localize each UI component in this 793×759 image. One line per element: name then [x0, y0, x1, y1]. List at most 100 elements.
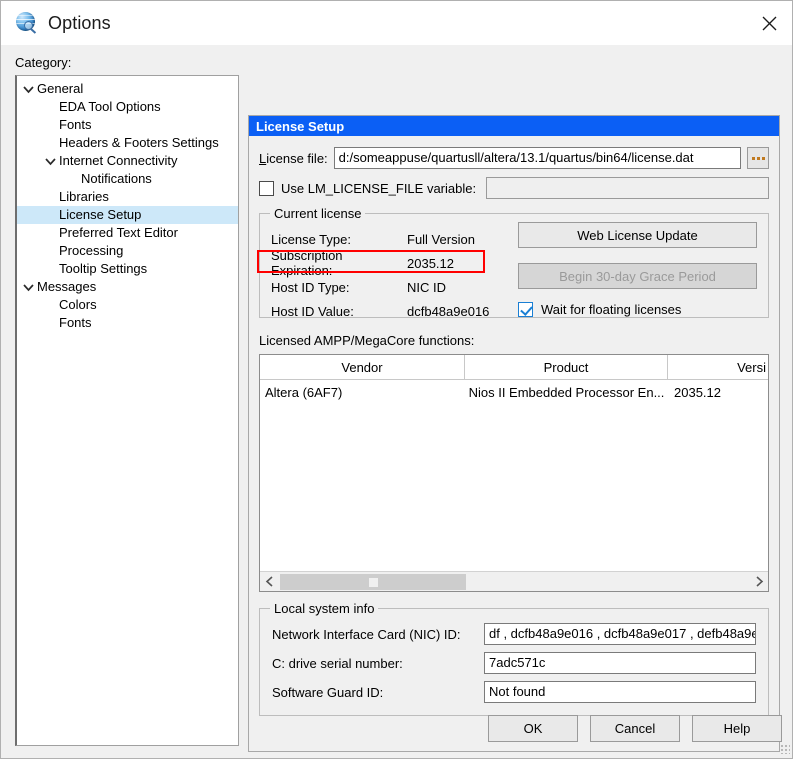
current-license-key: Host ID Value: [271, 303, 354, 319]
sidebar-item-label: Preferred Text Editor [59, 225, 178, 240]
sidebar-item-label: Headers & Footers Settings [59, 135, 219, 150]
sidebar-item-fonts[interactable]: Fonts [17, 314, 238, 332]
browse-button[interactable] [747, 147, 769, 169]
window-title: Options [48, 12, 111, 33]
sidebar-item-label: Colors [59, 297, 97, 312]
current-license-value: 2035.12 [407, 255, 454, 271]
current-license-details: License Type: Full Version Subscription Ex… [257, 214, 500, 319]
local-system-info-group: Local system info Network Interface Card… [259, 601, 769, 716]
local-system-info-rows: Network Interface Card (NIC) ID: df , dcf… [260, 609, 768, 703]
wait-floating-licenses-checkbox[interactable] [518, 302, 533, 317]
dialog-body: Category: General EDA Tool Options Fonts He… [1, 45, 792, 758]
local-system-info-value[interactable]: 7adc571c [484, 652, 756, 674]
license-setup-panel: License Setup License file: d:/someappus… [248, 115, 780, 752]
local-system-info-key: Network Interface Card (NIC) ID: [272, 626, 461, 642]
close-icon[interactable] [746, 1, 792, 45]
sidebar-item-general[interactable]: General [17, 80, 238, 98]
current-license-row: Host ID Value: dcfb48a9e016 [271, 299, 500, 323]
chevron-down-icon[interactable] [21, 278, 36, 296]
sidebar-item-internet-connectivity[interactable]: Internet Connectivity [17, 152, 238, 170]
table-horizontal-scrollbar[interactable] [260, 571, 768, 591]
licensed-functions-label: Licensed AMPP/MegaCore functions: [259, 333, 475, 348]
current-license-value: dcfb48a9e016 [407, 303, 490, 319]
local-system-info-row: Network Interface Card (NIC) ID: df , dcf… [272, 623, 756, 645]
sidebar-item-label: Internet Connectivity [59, 153, 178, 168]
sidebar-item-label: General [37, 81, 84, 96]
sidebar-item-headers-footers-settings[interactable]: Headers & Footers Settings [17, 134, 238, 152]
sidebar-item-label: Messages [37, 279, 97, 294]
local-system-info-row: C: drive serial number: 7adc571c [272, 652, 756, 674]
sidebar-item-notifications[interactable]: Notifications [17, 170, 238, 188]
current-license-key: License Type: [271, 231, 351, 247]
chevron-down-icon[interactable] [21, 80, 36, 98]
license-file-label: License file: [259, 150, 328, 166]
ok-button[interactable]: OK [488, 715, 578, 742]
sidebar-item-messages[interactable]: Messages [17, 278, 238, 296]
sidebar-item-eda-tool-options[interactable]: EDA Tool Options [17, 98, 238, 116]
sidebar-item-label: Fonts [59, 315, 92, 330]
sidebar-item-label: Fonts [59, 117, 92, 132]
table-cell-vendor: Altera (6AF7) [265, 384, 343, 400]
sidebar-item-tooltip-settings[interactable]: Tooltip Settings [17, 260, 238, 278]
globe-magnifier-icon [15, 12, 37, 34]
chevron-left-icon[interactable] [260, 572, 278, 592]
resize-grip[interactable] [780, 744, 790, 754]
sidebar-item-processing[interactable]: Processing [17, 242, 238, 260]
cancel-button[interactable]: Cancel [590, 715, 680, 742]
begin-grace-period-button: Begin 30-day Grace Period [518, 263, 757, 289]
local-system-info-value[interactable]: Not found [484, 681, 756, 703]
scrollbar-thumb[interactable] [280, 573, 466, 590]
current-license-group: Current license License Type: Full Versio… [257, 206, 769, 319]
current-license-value: Full Version [407, 231, 475, 247]
web-license-update-button[interactable]: Web License Update [518, 222, 757, 248]
lm-license-input[interactable] [486, 177, 769, 199]
sidebar-item-license-setup[interactable]: License Setup [17, 206, 238, 224]
chevron-right-icon[interactable] [750, 572, 768, 592]
sidebar-item-label: Libraries [59, 189, 109, 204]
local-system-info-title: Local system info [270, 601, 379, 616]
panel-title: License Setup [249, 116, 779, 136]
license-file-row: License file: d:/someappuse/quartusll/al… [259, 147, 769, 169]
sidebar-item-label: Notifications [81, 171, 152, 186]
use-lm-license-checkbox[interactable] [259, 180, 274, 196]
local-system-info-key: Software Guard ID: [272, 684, 384, 700]
help-button[interactable]: Help [692, 715, 782, 742]
sidebar-item-fonts[interactable]: Fonts [17, 116, 238, 134]
category-tree[interactable]: General EDA Tool Options Fonts Headers & Fo… [15, 75, 239, 746]
scrollbar-track[interactable] [278, 572, 750, 592]
title-bar: Options [1, 1, 792, 45]
current-license-key: Subscription Expiration: [271, 248, 343, 278]
local-system-info-key: C: drive serial number: [272, 655, 403, 671]
column-header-product[interactable]: Product [465, 355, 668, 379]
sidebar-item-label: License Setup [59, 207, 142, 222]
sidebar-item-colors[interactable]: Colors [17, 296, 238, 314]
table-row[interactable]: Altera (6AF7) Nios II Embedded Processor … [260, 380, 768, 404]
licensed-functions-table: Vendor Product Versi Altera (6AF7) Nios I… [259, 354, 769, 592]
wait-floating-licenses-label: Wait for floating licenses [541, 302, 682, 317]
column-header-version[interactable]: Versi [668, 355, 768, 379]
sidebar-item-preferred-text-editor[interactable]: Preferred Text Editor [17, 224, 238, 242]
category-label: Category: [15, 55, 72, 70]
local-system-info-value[interactable]: df , dcfb48a9e016 , dcfb48a9e017 , defb4… [484, 623, 756, 645]
sidebar-item-label: EDA Tool Options [59, 99, 161, 114]
table-cell-product: Nios II Embedded Processor En... [468, 384, 665, 400]
license-file-input[interactable]: d:/someappuse/quartusll/altera/13.1/quar… [333, 147, 741, 169]
chevron-down-icon[interactable] [43, 152, 58, 170]
options-dialog: Options Category: General EDA Tool Option… [0, 0, 793, 759]
current-license-row: Subscription Expiration: 2035.12 [271, 248, 500, 278]
column-header-vendor[interactable]: Vendor [260, 355, 465, 379]
sidebar-item-label: Processing [59, 243, 124, 258]
wait-floating-licenses-row: Wait for floating licenses [518, 302, 757, 317]
table-body: Altera (6AF7) Nios II Embedded Processor … [260, 380, 768, 571]
sidebar-item-libraries[interactable]: Libraries [17, 188, 238, 206]
current-license-value: NIC ID [407, 279, 446, 295]
current-license-key: Host ID Type: [271, 279, 350, 295]
